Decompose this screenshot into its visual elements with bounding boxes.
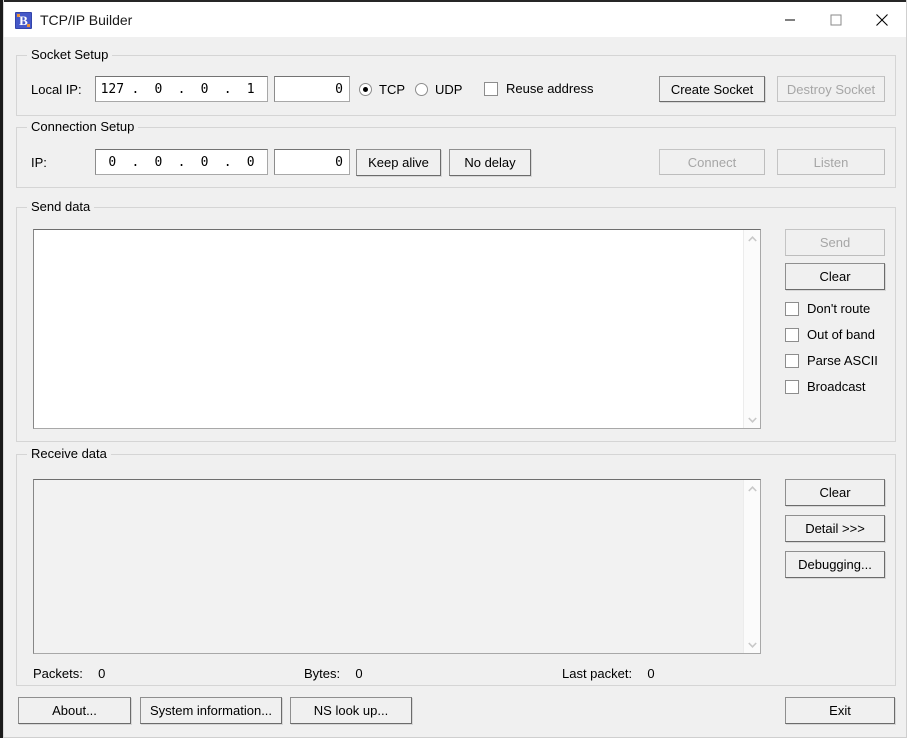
local-ip-input[interactable]: 127 . 0 . 0 . 1 — [95, 76, 268, 102]
checkbox-icon — [785, 380, 799, 394]
bytes-status: Bytes: 0 — [304, 666, 363, 681]
receive-data-textarea[interactable] — [33, 479, 761, 654]
create-socket-button[interactable]: Create Socket — [659, 76, 765, 102]
connect-button: Connect — [659, 149, 765, 175]
checkbox-icon — [785, 354, 799, 368]
local-port-input[interactable]: 0 — [274, 76, 350, 102]
debugging-button[interactable]: Debugging... — [785, 551, 885, 578]
receive-clear-button[interactable]: Clear — [785, 479, 885, 506]
scroll-up-icon[interactable] — [744, 230, 761, 247]
app-icon: B — [15, 12, 32, 29]
packets-status: Packets: 0 — [33, 666, 105, 681]
destroy-socket-button: Destroy Socket — [777, 76, 885, 102]
radio-selected-icon — [359, 83, 372, 96]
remote-ip-sep-1: . — [129, 156, 142, 169]
remote-ip-octet-2: 0 — [142, 156, 175, 169]
parse-ascii-label: Parse ASCII — [807, 353, 878, 368]
protocol-radio-udp[interactable]: UDP — [415, 82, 462, 97]
out-of-band-label: Out of band — [807, 327, 875, 342]
local-ip-sep-2: . — [175, 83, 188, 96]
minimize-icon — [785, 14, 796, 25]
packets-value: 0 — [98, 666, 105, 681]
remote-ip-sep-2: . — [175, 156, 188, 169]
exit-button[interactable]: Exit — [785, 697, 895, 724]
remote-ip-octet-1: 0 — [96, 156, 129, 169]
send-data-legend: Send data — [27, 200, 94, 214]
no-delay-button[interactable]: No delay — [449, 149, 531, 176]
app-window: B TCP/IP Builder Socket Setup Local IP: … — [3, 0, 907, 738]
protocol-tcp-label: TCP — [379, 82, 405, 97]
bytes-value: 0 — [355, 666, 362, 681]
last-packet-value: 0 — [647, 666, 654, 681]
local-ip-octet-3: 0 — [188, 83, 221, 96]
socket-setup-legend: Socket Setup — [27, 48, 112, 62]
maximize-button[interactable] — [813, 2, 859, 37]
system-information-button[interactable]: System information... — [140, 697, 282, 724]
out-of-band-checkbox[interactable]: Out of band — [785, 327, 875, 342]
app-icon-letter: B — [16, 12, 31, 29]
title-bar: B TCP/IP Builder — [4, 0, 906, 37]
keep-alive-button[interactable]: Keep alive — [356, 149, 441, 176]
scroll-down-icon[interactable] — [744, 411, 761, 428]
last-packet-label: Last packet: — [562, 666, 632, 681]
protocol-udp-label: UDP — [435, 82, 462, 97]
local-ip-sep-1: . — [129, 83, 142, 96]
about-button[interactable]: About... — [18, 697, 131, 724]
send-clear-button[interactable]: Clear — [785, 263, 885, 290]
local-ip-octet-1: 127 — [96, 83, 129, 96]
scroll-up-icon[interactable] — [744, 480, 761, 497]
minimize-button[interactable] — [767, 2, 813, 37]
parse-ascii-checkbox[interactable]: Parse ASCII — [785, 353, 878, 368]
checkbox-icon — [785, 302, 799, 316]
scroll-down-icon[interactable] — [744, 636, 761, 653]
last-packet-status: Last packet: 0 — [562, 666, 655, 681]
ns-lookup-button[interactable]: NS look up... — [290, 697, 412, 724]
send-data-scrollbar[interactable] — [743, 230, 760, 428]
broadcast-checkbox[interactable]: Broadcast — [785, 379, 866, 394]
local-ip-sep-3: . — [221, 83, 234, 96]
bytes-label: Bytes: — [304, 666, 340, 681]
send-button: Send — [785, 229, 885, 256]
checkbox-icon — [785, 328, 799, 342]
receive-data-legend: Receive data — [27, 447, 111, 461]
dont-route-label: Don't route — [807, 301, 870, 316]
packets-label: Packets: — [33, 666, 83, 681]
reuse-address-checkbox[interactable]: Reuse address — [484, 81, 593, 96]
close-button[interactable] — [859, 2, 905, 37]
reuse-address-label: Reuse address — [506, 81, 593, 96]
dont-route-checkbox[interactable]: Don't route — [785, 301, 870, 316]
window-title: TCP/IP Builder — [40, 12, 132, 28]
local-ip-octet-2: 0 — [142, 83, 175, 96]
receive-data-scrollbar[interactable] — [743, 480, 760, 653]
remote-ip-label: IP: — [31, 155, 47, 170]
connection-setup-legend: Connection Setup — [27, 120, 138, 134]
remote-ip-octet-3: 0 — [188, 156, 221, 169]
remote-ip-input[interactable]: 0 . 0 . 0 . 0 — [95, 149, 268, 175]
checkbox-icon — [484, 82, 498, 96]
close-icon — [876, 14, 888, 26]
radio-unselected-icon — [415, 83, 428, 96]
detail-button[interactable]: Detail >>> — [785, 515, 885, 542]
local-ip-label: Local IP: — [31, 82, 82, 97]
send-data-textarea[interactable] — [33, 229, 761, 429]
listen-button: Listen — [777, 149, 885, 175]
local-ip-octet-4: 1 — [234, 83, 267, 96]
remote-port-input[interactable]: 0 — [274, 149, 350, 175]
remote-ip-octet-4: 0 — [234, 156, 267, 169]
remote-ip-sep-3: . — [221, 156, 234, 169]
broadcast-label: Broadcast — [807, 379, 866, 394]
maximize-icon — [831, 14, 842, 25]
protocol-radio-tcp[interactable]: TCP — [359, 82, 405, 97]
